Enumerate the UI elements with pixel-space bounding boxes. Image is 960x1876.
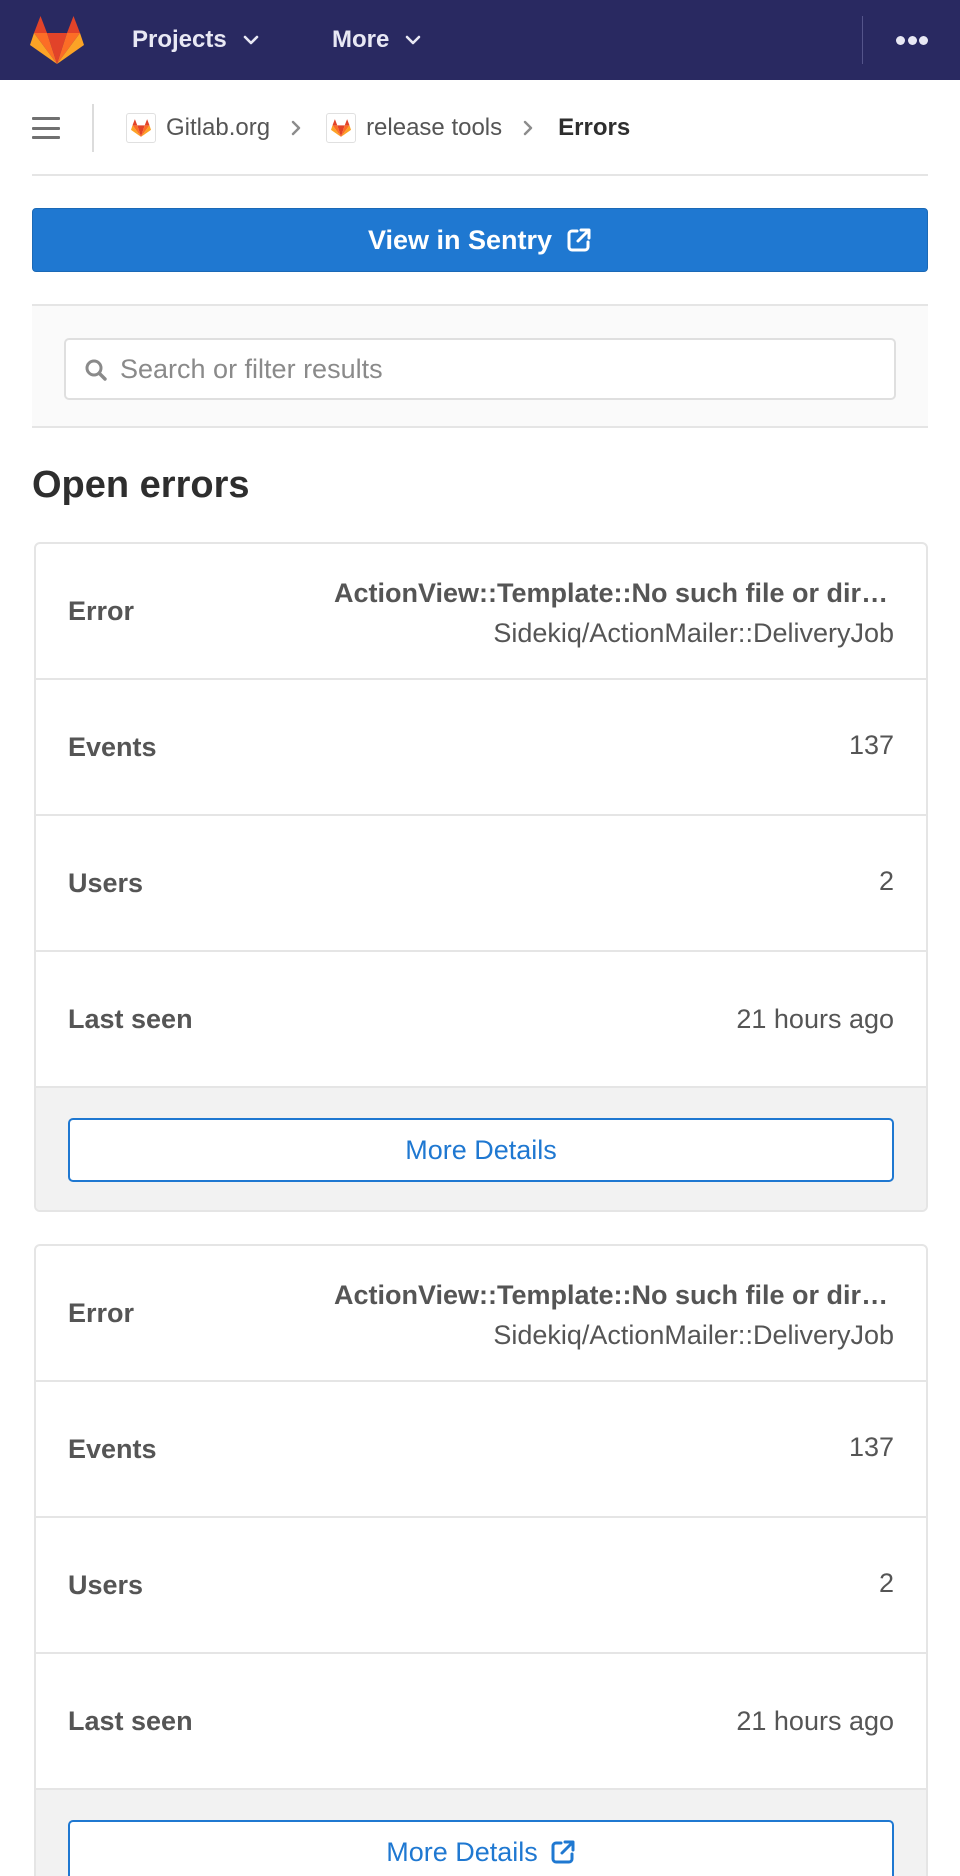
more-details-label: More Details xyxy=(405,1134,557,1165)
chevron-down-icon xyxy=(406,35,421,45)
breadcrumb-current[interactable]: Errors xyxy=(558,114,630,142)
users-label: Users xyxy=(68,1569,144,1600)
error-label: Error xyxy=(68,595,135,626)
projects-dropdown[interactable]: Projects xyxy=(132,0,259,80)
breadcrumb-bar: Gitlab.org release tools Errors xyxy=(32,80,928,176)
error-culprit: Sidekiq/ActionMailer::DeliveryJob xyxy=(493,618,894,648)
last-seen-value: 21 hours ago xyxy=(736,1003,894,1034)
chevron-right-icon xyxy=(291,120,301,136)
more-label: More xyxy=(332,26,390,53)
error-title[interactable]: ActionView::Template::No such file or di… xyxy=(334,578,894,609)
error-row: Error ActionView::Template::No such file… xyxy=(36,544,926,680)
last-seen-row: Last seen 21 hours ago xyxy=(36,952,926,1088)
breadcrumb: Gitlab.org release tools Errors xyxy=(126,80,630,176)
card-footer: More Details xyxy=(36,1088,926,1210)
more-details-button[interactable]: More Details xyxy=(68,1820,894,1876)
users-count: 2 xyxy=(878,1567,894,1598)
search-box[interactable] xyxy=(64,338,896,400)
users-row: Users 2 xyxy=(36,1518,926,1654)
last-seen-label: Last seen xyxy=(68,1003,193,1034)
events-label: Events xyxy=(68,1433,157,1464)
search-icon xyxy=(85,359,107,381)
more-dropdown[interactable]: More xyxy=(332,0,421,80)
error-culprit: Sidekiq/ActionMailer::DeliveryJob xyxy=(493,1320,894,1350)
breadcrumb-project-link[interactable]: release tools xyxy=(366,114,502,142)
search-input[interactable] xyxy=(66,340,894,398)
hamburger-icon[interactable] xyxy=(32,117,60,139)
nav-divider xyxy=(862,16,863,64)
users-label: Users xyxy=(68,867,144,898)
view-in-sentry-label: View in Sentry xyxy=(367,224,553,255)
filter-bar xyxy=(32,304,928,428)
view-in-sentry-button[interactable]: View in Sentry xyxy=(32,208,928,272)
projects-label: Projects xyxy=(132,26,227,53)
error-card: Error ActionView::Template::No such file… xyxy=(34,1244,928,1876)
ellipsis-icon[interactable] xyxy=(896,34,928,46)
users-count: 2 xyxy=(878,865,894,896)
last-seen-row: Last seen 21 hours ago xyxy=(36,1654,926,1790)
breadcrumb-group-link[interactable]: Gitlab.org xyxy=(166,114,270,142)
gitlab-logo-icon xyxy=(331,119,352,137)
error-label: Error xyxy=(68,1297,135,1328)
external-link-icon xyxy=(551,1840,575,1864)
chevron-right-icon xyxy=(523,120,533,136)
events-label: Events xyxy=(68,731,157,762)
users-row: Users 2 xyxy=(36,816,926,952)
breadcrumb-divider xyxy=(92,104,94,152)
external-link-icon xyxy=(567,228,591,252)
events-count: 137 xyxy=(848,729,894,760)
project-avatar xyxy=(326,113,357,143)
events-count: 137 xyxy=(848,1431,894,1462)
events-row: Events 137 xyxy=(36,1382,926,1518)
events-row: Events 137 xyxy=(36,680,926,816)
gitlab-logo-icon xyxy=(131,119,151,137)
gitlab-logo-icon[interactable] xyxy=(30,16,84,64)
error-card: Error ActionView::Template::No such file… xyxy=(34,542,928,1212)
error-title[interactable]: ActionView::Template::No such file or di… xyxy=(334,1280,894,1311)
error-row: Error ActionView::Template::No such file… xyxy=(36,1246,926,1382)
group-avatar xyxy=(126,113,156,143)
chevron-down-icon xyxy=(243,35,259,45)
last-seen-value: 21 hours ago xyxy=(736,1705,894,1736)
more-details-button[interactable]: More Details xyxy=(68,1118,894,1182)
more-details-label: More Details xyxy=(386,1836,538,1867)
last-seen-label: Last seen xyxy=(68,1705,193,1736)
top-navbar: Projects More xyxy=(0,0,960,80)
card-footer: More Details xyxy=(36,1790,926,1876)
page-title: Open errors xyxy=(32,464,250,506)
